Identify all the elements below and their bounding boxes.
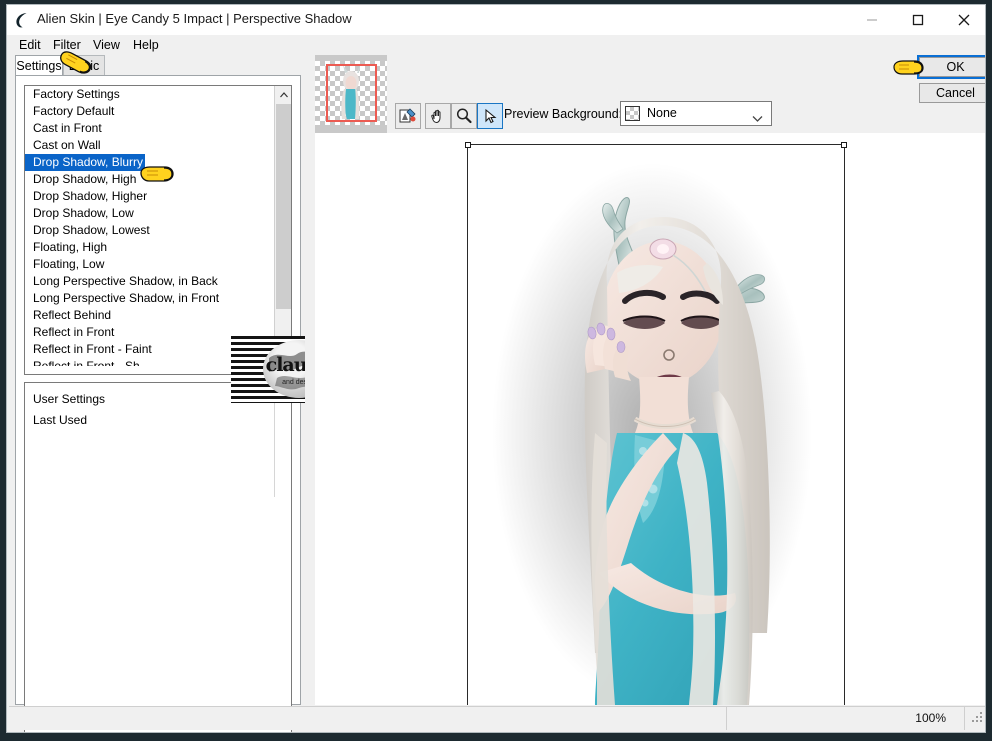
- selection-handle-top-left[interactable]: [465, 142, 471, 148]
- pointing-hand-cursor-preset: [137, 159, 183, 194]
- preset-list[interactable]: Factory Settings Factory Default Cast in…: [24, 85, 292, 375]
- preview-viewport[interactable]: [315, 133, 985, 705]
- maximize-button[interactable]: [895, 5, 941, 35]
- color-picker-tool-icon[interactable]: [395, 103, 421, 129]
- preset-item-long-persp-front[interactable]: Long Perspective Shadow, in Front: [25, 290, 291, 307]
- preset-item-floating-high[interactable]: Floating, High: [25, 239, 291, 256]
- user-settings-list[interactable]: User Settings Last Used: [24, 382, 292, 732]
- preview-background-label: Preview Background:: [504, 107, 623, 121]
- preset-item-cast-in-front[interactable]: Cast in Front: [25, 120, 291, 137]
- close-button[interactable]: [941, 5, 985, 35]
- preview-background-swatch-icon: [625, 106, 640, 121]
- user-settings-item-last-used[interactable]: Last Used: [25, 410, 291, 431]
- status-message: [9, 707, 727, 730]
- preset-item-drop-shadow-low[interactable]: Drop Shadow, Low: [25, 205, 291, 222]
- settings-panel: Settings Basic Factory Settings Factory …: [9, 51, 368, 732]
- arrow-select-tool-icon[interactable]: [477, 103, 503, 129]
- selection-rectangle[interactable]: [465, 142, 847, 705]
- preview-panel: Preview Background: None: [305, 55, 985, 712]
- selection-handle-top-right[interactable]: [841, 142, 847, 148]
- chevron-down-icon: [752, 110, 763, 128]
- preset-item-floating-low[interactable]: Floating, Low: [25, 256, 291, 273]
- menu-item-edit[interactable]: Edit: [13, 36, 47, 54]
- pointing-hand-cursor-ok: [891, 55, 931, 86]
- zoom-level-indicator: 100%: [735, 707, 965, 730]
- preset-item-cast-on-wall[interactable]: Cast on Wall: [25, 137, 291, 154]
- application-window: Alien Skin | Eye Candy 5 Impact | Perspe…: [6, 4, 986, 733]
- preset-item-long-persp-back[interactable]: Long Perspective Shadow, in Back: [25, 273, 291, 290]
- scroll-up-arrow-icon[interactable]: [275, 86, 291, 103]
- cancel-button[interactable]: Cancel: [919, 83, 985, 103]
- pointing-hand-cursor-tabs: [53, 47, 101, 86]
- title-bar: Alien Skin | Eye Candy 5 Impact | Perspe…: [7, 5, 985, 35]
- hand-tool-icon[interactable]: [425, 103, 451, 129]
- thumbnail-viewport-frame[interactable]: [326, 64, 377, 122]
- menu-item-help[interactable]: Help: [127, 36, 165, 54]
- alien-skin-logo-icon: [13, 10, 33, 30]
- scrollbar-thumb[interactable]: [276, 104, 291, 309]
- preset-list-scrollbar[interactable]: [274, 86, 291, 374]
- preset-item-drop-shadow-lowest[interactable]: Drop Shadow, Lowest: [25, 222, 291, 239]
- status-bar: 100%: [9, 706, 985, 730]
- minimize-button[interactable]: [849, 5, 895, 35]
- window-title: Alien Skin | Eye Candy 5 Impact | Perspe…: [37, 11, 352, 26]
- preview-background-select[interactable]: None: [620, 101, 772, 126]
- preset-item-drop-shadow-blurry[interactable]: Drop Shadow, Blurry: [25, 154, 145, 171]
- zoom-tool-icon[interactable]: [451, 103, 477, 129]
- preset-item-factory-settings[interactable]: Factory Settings: [25, 86, 291, 103]
- preset-item-reflect-behind[interactable]: Reflect Behind: [25, 307, 291, 324]
- resize-grip-icon[interactable]: [971, 710, 983, 728]
- preset-item-factory-default[interactable]: Factory Default: [25, 103, 291, 120]
- navigator-thumbnail[interactable]: [315, 55, 387, 133]
- preview-background-value: None: [647, 106, 677, 120]
- menu-bar: Edit Filter View Help: [7, 35, 985, 55]
